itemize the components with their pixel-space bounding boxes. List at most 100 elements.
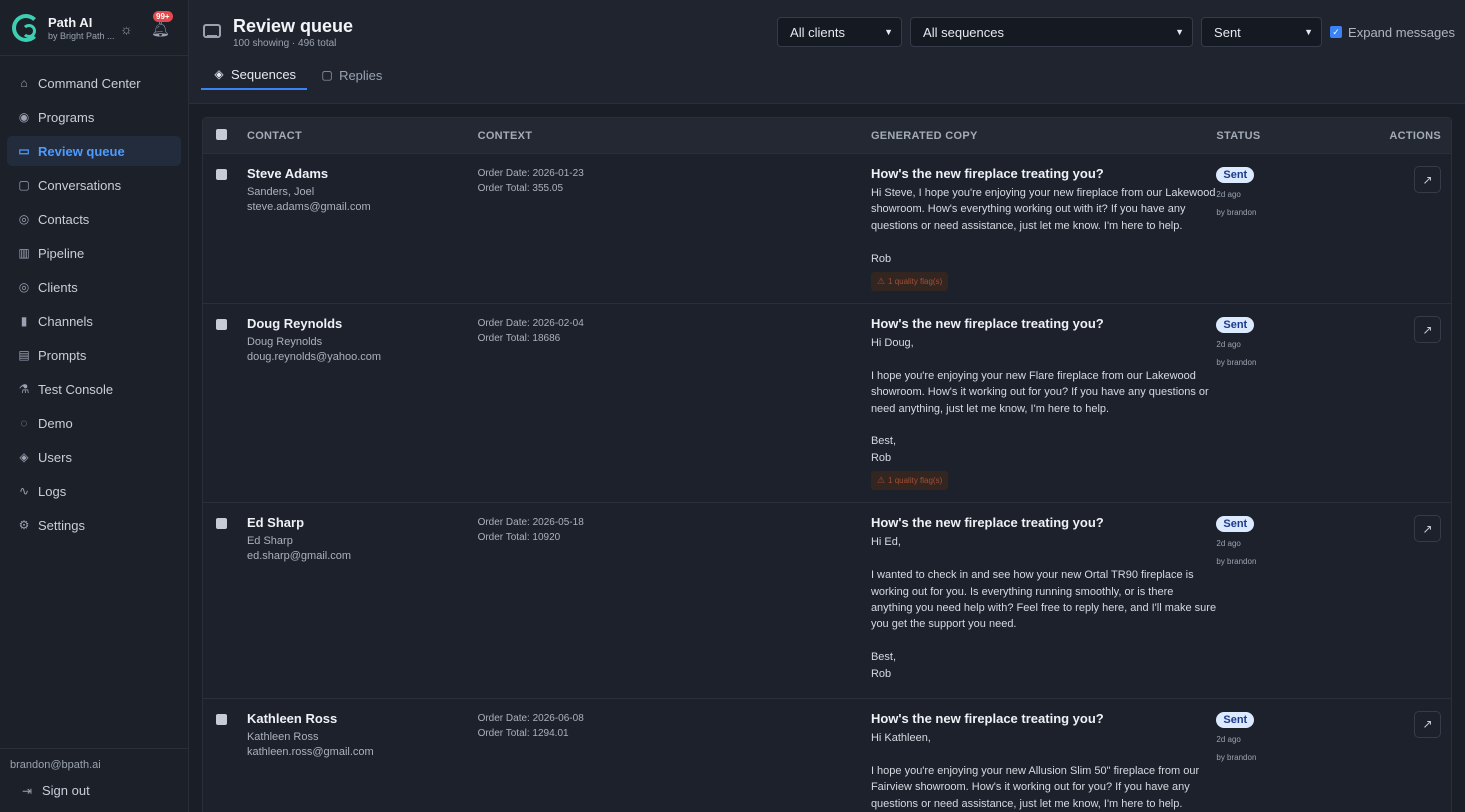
status-filter-select[interactable]: Sent ▼	[1201, 17, 1323, 47]
shield-icon: ◈	[19, 450, 29, 464]
order-date: Order Date: 2026-06-08	[477, 712, 584, 724]
sidebar-footer: brandon@bpath.ai ⇥ Sign out	[0, 748, 188, 812]
sidebar-item-prompts[interactable]: ▤ Prompts	[7, 340, 181, 370]
theme-toggle-sun-icon[interactable]: ☼	[120, 22, 134, 36]
sidebar-item-test-console[interactable]: ⚗ Test Console	[7, 374, 181, 404]
status-badge: Sent	[1216, 711, 1255, 728]
row-checkbox[interactable]	[216, 169, 227, 180]
filters: All clients ▼ All sequences ▼ Sent ▼ ✓ E…	[777, 17, 1455, 47]
sign-out-label: Sign out	[42, 783, 90, 798]
sequence-filter-select[interactable]: All sequences ▼	[910, 17, 1194, 47]
column-status: STATUS	[1216, 129, 1261, 142]
sidebar-item-demo[interactable]: ◌ Demo	[7, 408, 181, 438]
sidebar-item-label: Channels	[38, 313, 93, 329]
warning-icon: ⚠	[876, 475, 886, 486]
client-filter-select[interactable]: All clients ▼	[777, 17, 903, 47]
page-count: 100 showing · 496 total	[233, 38, 337, 49]
layers-icon: ◈	[214, 67, 224, 81]
sidebar-item-logs[interactable]: ∿ Logs	[7, 476, 181, 506]
message-body: Hi Kathleen, I hope you're enjoying your…	[870, 731, 1200, 810]
tab-replies-label: Replies	[339, 67, 383, 83]
sidebar-item-label: Pipeline	[38, 245, 85, 261]
expand-messages-toggle[interactable]: ✓ Expand messages	[1330, 25, 1455, 40]
message-body: Hi Steve, I hope you're enjoying your ne…	[870, 187, 1216, 265]
contact-name: Steve Adams	[246, 166, 329, 181]
column-generated-copy: GENERATED COPY	[870, 129, 978, 142]
sidebar-item-programs[interactable]: ◉ Programs	[7, 102, 181, 132]
row-checkbox[interactable]	[216, 713, 227, 725]
sidebar: Path AI by Bright Path ... ☼ 🔔︎ 99+ ⌂ Com…	[0, 0, 189, 812]
bell-icon: 🔔︎	[151, 21, 171, 38]
sidebar-nav: ⌂ Command Center ◉ Programs ▭ Review queue ▢ Co…	[0, 56, 188, 540]
sidebar-item-contacts[interactable]: ◎ Contacts	[7, 204, 181, 234]
signal-icon: ▮	[20, 314, 28, 328]
sidebar-item-label: Clients	[38, 279, 78, 295]
flask-icon: ⚗	[18, 382, 30, 396]
order-total: Order Total: 355.05	[477, 183, 564, 194]
status-badge: Sent	[1216, 317, 1255, 334]
column-actions: ACTIONS	[1389, 129, 1442, 142]
expand-messages-checkbox[interactable]: ✓	[1330, 26, 1343, 38]
status-badge: Sent	[1216, 167, 1255, 183]
tab-sequences[interactable]: ◈ Sequences	[201, 60, 308, 90]
activity-icon: ∿	[18, 484, 30, 498]
select-all-checkbox[interactable]	[216, 128, 227, 140]
quality-flag-badge[interactable]: ⚠ 1 quality flag(s)	[870, 471, 949, 491]
sidebar-item-channels[interactable]: ▮ Channels	[7, 306, 181, 336]
tabs: ◈ Sequences ▢ Replies	[201, 60, 395, 90]
review-table: CONTACT CONTEXT GENERATED COPY STATUS AC…	[202, 117, 1452, 812]
open-external-button[interactable]: ↗	[1414, 710, 1442, 738]
message-subject: How's the new fireplace treating you?	[870, 515, 1104, 531]
open-external-button[interactable]: ↗	[1414, 316, 1442, 344]
sign-out-icon: ⇥	[21, 783, 33, 798]
sidebar-item-clients[interactable]: ◎ Clients	[7, 272, 181, 302]
contact-company: Sanders, Joel	[246, 186, 315, 198]
message-body: Hi Doug, I hope you're enjoying your new…	[870, 337, 1209, 464]
sidebar-item-label: Contacts	[38, 211, 90, 227]
sidebar-item-label: Users	[38, 449, 72, 465]
table-row: Steve Adams Sanders, Joel steve.adams@gmai…	[203, 154, 1451, 305]
user-email: brandon@bpath.ai	[10, 759, 101, 771]
chevron-down-icon: ▼	[1175, 27, 1185, 37]
status-time: 2d ago	[1216, 190, 1241, 199]
order-total: Order Total: 18686	[477, 333, 561, 345]
tab-replies[interactable]: ▢ Replies	[309, 60, 393, 90]
row-checkbox[interactable]	[216, 319, 227, 331]
sidebar-item-settings[interactable]: ⚙ Settings	[7, 510, 181, 540]
contact-company: Kathleen Ross	[246, 730, 319, 743]
sidebar-item-review-queue[interactable]: ▭ Review queue	[7, 136, 181, 166]
quality-flag-badge[interactable]: ⚠ 1 quality flag(s)	[870, 272, 949, 292]
status-filter-value: Sent	[1214, 24, 1241, 40]
page-header: Review queue 100 showing · 496 total All…	[189, 0, 1465, 104]
message-body: Hi Ed, I wanted to check in and see how …	[870, 536, 1217, 680]
app-subtitle: by Bright Path ...	[48, 30, 115, 41]
table-body: Steve Adams Sanders, Joel steve.adams@gmai…	[203, 154, 1451, 812]
sidebar-item-users[interactable]: ◈ Users	[7, 442, 181, 472]
compass-icon: ◌	[20, 416, 28, 430]
table-row: Ed Sharp Ed Sharp ed.sharp@gmail.com Order …	[203, 503, 1451, 699]
contact-name: Doug Reynolds	[246, 316, 343, 332]
sidebar-item-pipeline[interactable]: ▥ Pipeline	[7, 238, 181, 268]
status-author: by brandon	[1216, 358, 1257, 368]
sidebar-item-label: Command Center	[38, 75, 141, 91]
sidebar-item-conversations[interactable]: ▢ Conversations	[7, 170, 181, 200]
chevron-down-icon: ▼	[884, 27, 894, 37]
message-icon: ▢	[321, 68, 333, 82]
inbox-icon: ▭	[18, 144, 30, 158]
chevron-down-icon: ▼	[1304, 27, 1314, 37]
page-title: Review queue	[233, 16, 354, 36]
contact-company: Ed Sharp	[246, 535, 293, 548]
status-time: 2d ago	[1216, 734, 1241, 744]
sign-out-button[interactable]: ⇥ Sign out	[10, 783, 178, 798]
open-external-button[interactable]: ↗	[1414, 515, 1442, 543]
external-link-icon: ↗	[1422, 322, 1433, 337]
row-checkbox[interactable]	[216, 518, 227, 530]
column-contact: CONTACT	[246, 129, 303, 142]
sidebar-item-command-center[interactable]: ⌂ Command Center	[7, 68, 181, 98]
status-author: by brandon	[1216, 208, 1257, 217]
notifications-button[interactable]: 🔔︎ 99+	[151, 11, 173, 38]
order-date: Order Date: 2026-01-23	[477, 168, 584, 179]
message-subject: How's the new fireplace treating you?	[870, 316, 1104, 332]
open-external-button[interactable]: ↗	[1414, 166, 1442, 193]
sidebar-item-label: Conversations	[38, 177, 122, 193]
